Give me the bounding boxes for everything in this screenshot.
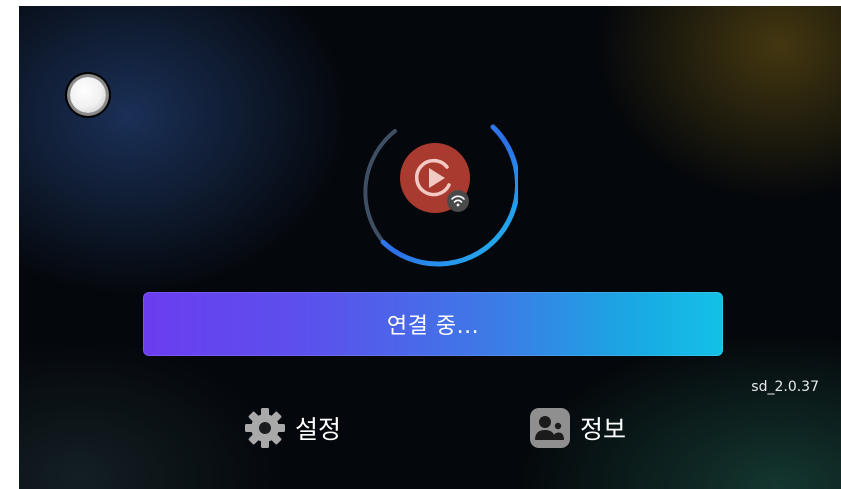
- info-button[interactable]: 정보: [526, 404, 626, 452]
- version-label: sd_2.0.37: [751, 379, 819, 395]
- connect-button[interactable]: 연결 중...: [143, 292, 723, 356]
- toggle-circle-icon: [70, 77, 106, 113]
- settings-label: 설정: [295, 415, 342, 444]
- settings-button[interactable]: 설정: [241, 404, 341, 452]
- connect-button-label: 연결 중...: [386, 314, 480, 339]
- status-toggle[interactable]: [65, 72, 111, 118]
- info-label: 정보: [580, 415, 627, 444]
- play-cast-icon: [400, 143, 470, 213]
- main-screen: 연결 중... sd_2.0.37 설정 정보: [19, 6, 841, 489]
- gear-icon: [241, 404, 289, 452]
- people-icon: [526, 404, 574, 452]
